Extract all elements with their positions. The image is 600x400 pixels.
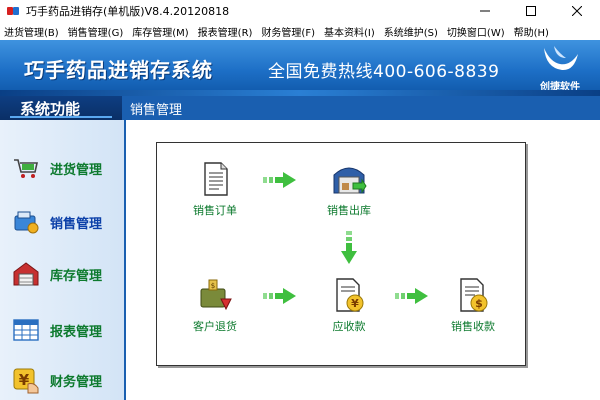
warehouse-icon [13, 262, 39, 286]
banner-title: 巧手药品进销存系统 [24, 58, 213, 82]
collection-icon: $ [460, 278, 488, 312]
sidebar-item-purchase[interactable]: 进货管理 [0, 148, 124, 188]
sidebar-item-label: 销售管理 [50, 216, 103, 232]
menu-window[interactable]: 切换窗口(W) [447, 24, 505, 39]
logo-swoosh-icon [544, 46, 578, 71]
flow-node-receivable[interactable]: ¥ 应收款 [309, 277, 389, 334]
flow-node-sales-outbound[interactable]: 销售出库 [309, 161, 389, 218]
menu-help[interactable]: 帮助(H) [514, 24, 549, 39]
banner: 巧手药品进销存系统 全国免费热线400-606-8839 创捷软件 [0, 40, 600, 96]
sidebar-item-inventory[interactable]: 库存管理 [0, 254, 124, 294]
sidebar-item-label: 报表管理 [50, 324, 103, 340]
close-button[interactable] [554, 0, 600, 22]
flow-node-label: 销售收款 [451, 320, 495, 333]
flow-node-label: 应收款 [332, 320, 366, 333]
svg-text:$: $ [211, 282, 215, 290]
sidebar-item-finance[interactable]: ¥ 财务管理 [0, 360, 124, 400]
finance-icon: ¥ [13, 368, 39, 394]
cart-icon [14, 159, 38, 178]
maximize-button[interactable] [508, 0, 554, 22]
sidebar: 进货管理 销售管理 库存管理 报表管理 ¥ 财务管理 [0, 120, 126, 400]
menu-reports[interactable]: 报表管理(R) [198, 24, 253, 39]
sidebar-item-label: 库存管理 [50, 268, 103, 284]
sidebar-title: 系统功能 [0, 96, 122, 120]
svg-text:$: $ [475, 297, 483, 310]
arrow-down-icon [341, 231, 357, 264]
menu-system[interactable]: 系统维护(S) [384, 24, 438, 39]
arrow-right-icon [263, 172, 296, 188]
arrow-right-icon [395, 288, 428, 304]
sidebar-item-sales[interactable]: 销售管理 [0, 202, 124, 242]
sidebar-item-label: 财务管理 [50, 374, 103, 390]
flow-node-customer-return[interactable]: $ 客户退货 [175, 277, 255, 334]
menu-inventory[interactable]: 库存管理(M) [132, 24, 188, 39]
app-pill-icon [6, 4, 20, 18]
title-bar: 巧手药品进销存(单机版)V8.4.20120818 [0, 0, 600, 22]
flow-node-sales-collection[interactable]: $ 销售收款 [433, 277, 513, 334]
maximize-icon [526, 6, 536, 16]
warehouse-out-icon [333, 167, 367, 194]
table-icon [13, 319, 39, 341]
close-icon [572, 6, 582, 16]
window-title: 巧手药品进销存(单机版)V8.4.20120818 [26, 5, 230, 18]
svg-text:¥: ¥ [351, 297, 359, 310]
arrow-right-icon [263, 288, 296, 304]
menu-basic-data[interactable]: 基本资料(I) [324, 24, 375, 39]
banner-hotline: 全国免费热线400-606-8839 [268, 62, 500, 82]
menu-finance[interactable]: 财务管理(F) [261, 24, 315, 39]
minimize-icon [480, 10, 490, 12]
logo: 创捷软件 [528, 44, 592, 94]
document-icon [204, 162, 228, 196]
window-controls [462, 0, 600, 22]
menu-sales[interactable]: 销售管理(G) [68, 24, 124, 39]
return-bag-icon: $ [200, 279, 232, 311]
sales-icon [14, 211, 39, 234]
section-bar: 系统功能 销售管理 [0, 96, 600, 120]
sidebar-item-label: 进货管理 [50, 162, 103, 178]
main-area: 销售订单 销售出库 $ 客户退货 ¥ 应收款 $ 销售收款 [126, 120, 600, 400]
menu-bar: 进货管理(B) 销售管理(G) 库存管理(M) 报表管理(R) 财务管理(F) … [0, 22, 600, 40]
flow-node-label: 销售出库 [327, 204, 371, 217]
menu-purchase[interactable]: 进货管理(B) [4, 24, 59, 39]
sidebar-item-reports[interactable]: 报表管理 [0, 310, 124, 350]
minimize-button[interactable] [462, 0, 508, 22]
flow-node-label: 客户退货 [193, 320, 237, 333]
page-title: 销售管理 [130, 102, 183, 118]
flow-node-sales-order[interactable]: 销售订单 [175, 161, 255, 218]
sales-flow-panel: 销售订单 销售出库 $ 客户退货 ¥ 应收款 $ 销售收款 [156, 142, 526, 366]
receivable-icon: ¥ [336, 278, 364, 312]
flow-node-label: 销售订单 [193, 204, 237, 217]
